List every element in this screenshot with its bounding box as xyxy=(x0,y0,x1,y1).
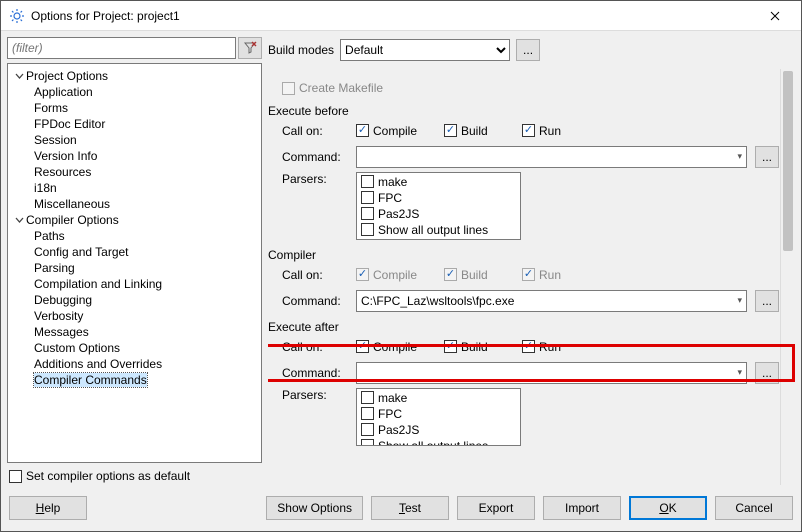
compiler-command-browse[interactable]: ... xyxy=(755,290,779,312)
create-makefile-checkbox: Create Makefile xyxy=(282,81,383,95)
tree-group-header[interactable]: Compiler Options xyxy=(10,212,259,228)
command-label: Command: xyxy=(282,366,348,380)
clear-filter-button[interactable] xyxy=(238,37,262,59)
build-modes-more-button[interactable]: ... xyxy=(516,39,540,61)
compiler-command-combo[interactable]: C:\FPC_Laz\wsltools\fpc.exe ▾ xyxy=(356,290,747,312)
exec-after-build-checkbox[interactable]: Build xyxy=(444,340,514,354)
execute-after-title: Execute after xyxy=(268,314,779,334)
compiler-command-value: C:\FPC_Laz\wsltools\fpc.exe xyxy=(361,294,514,308)
command-label: Command: xyxy=(282,294,348,308)
right-scroll: Create Makefile Execute before Call on: … xyxy=(268,69,795,485)
tree-item[interactable]: Version Info xyxy=(10,148,259,164)
chevron-down-icon: ▾ xyxy=(737,295,742,306)
tree-item-compiler-commands[interactable]: Compiler Commands xyxy=(10,372,259,388)
options-dialog: Options for Project: project1 xyxy=(0,0,802,532)
exec-after-parsers-list[interactable]: make FPC Pas2JS Show all output lines xyxy=(356,388,521,446)
tree-item[interactable]: Config and Target xyxy=(10,244,259,260)
callon-label: Call on: xyxy=(282,268,348,282)
tree-item[interactable]: Forms xyxy=(10,100,259,116)
tree-item[interactable]: Miscellaneous xyxy=(10,196,259,212)
tree-group-header[interactable]: Project Options xyxy=(10,68,259,84)
command-label: Command: xyxy=(282,150,348,164)
create-makefile-label: Create Makefile xyxy=(299,81,383,95)
compiler-compile-checkbox: Compile xyxy=(356,268,436,282)
tree-item[interactable]: Application xyxy=(10,84,259,100)
callon-label: Call on: xyxy=(282,340,348,354)
right-content: Create Makefile Execute before Call on: … xyxy=(268,69,795,485)
build-modes-select[interactable]: Default xyxy=(340,39,510,61)
tree-group-project-options: Project Options Application Forms FPDoc … xyxy=(10,68,259,212)
tree-item[interactable]: Paths xyxy=(10,228,259,244)
filter-row xyxy=(7,37,262,59)
tree-group-label: Compiler Options xyxy=(26,213,119,227)
parser-item[interactable]: make xyxy=(361,175,516,189)
exec-before-compile-checkbox[interactable]: Compile xyxy=(356,124,436,138)
exec-after-command-browse[interactable]: ... xyxy=(755,362,779,384)
tree-item[interactable]: Parsing xyxy=(10,260,259,276)
parsers-label: Parsers: xyxy=(282,388,348,402)
tree-item[interactable]: Additions and Overrides xyxy=(10,356,259,372)
parser-item[interactable]: make xyxy=(361,391,516,405)
window-title: Options for Project: project1 xyxy=(31,9,752,23)
parser-item[interactable]: FPC xyxy=(361,191,516,205)
main-area: Project Options Application Forms FPDoc … xyxy=(7,37,795,485)
dialog-body: Project Options Application Forms FPDoc … xyxy=(1,31,801,531)
help-button[interactable]: Help xyxy=(9,496,87,520)
exec-before-command-browse[interactable]: ... xyxy=(755,146,779,168)
callon-label: Call on: xyxy=(282,124,348,138)
execute-before-title: Execute before xyxy=(268,98,779,118)
tree-item[interactable]: Resources xyxy=(10,164,259,180)
scrollbar-thumb[interactable] xyxy=(783,71,793,251)
parser-item[interactable]: Show all output lines xyxy=(361,223,516,237)
exec-before-run-checkbox[interactable]: Run xyxy=(522,124,561,138)
tree-item[interactable]: Compilation and Linking xyxy=(10,276,259,292)
titlebar: Options for Project: project1 xyxy=(1,1,801,31)
exec-before-command-combo[interactable]: ▾ xyxy=(356,146,747,168)
chevron-down-icon: ▾ xyxy=(737,151,742,162)
chevron-down-icon xyxy=(12,72,26,81)
parsers-label: Parsers: xyxy=(282,172,348,186)
parser-item[interactable]: Pas2JS xyxy=(361,207,516,221)
build-modes-label: Build modes xyxy=(268,43,334,57)
tree-group-label: Project Options xyxy=(26,69,108,83)
test-button[interactable]: Test xyxy=(371,496,449,520)
export-button[interactable]: Export xyxy=(457,496,535,520)
parser-item[interactable]: Pas2JS xyxy=(361,423,516,437)
right-pane: Build modes Default ... Create Makefile … xyxy=(268,37,795,485)
import-button[interactable]: Import xyxy=(543,496,621,520)
build-modes-row: Build modes Default ... xyxy=(268,37,795,63)
app-icon xyxy=(9,8,25,24)
parser-item[interactable]: FPC xyxy=(361,407,516,421)
exec-after-command-combo[interactable]: ▾ xyxy=(356,362,747,384)
tree-item[interactable]: FPDoc Editor xyxy=(10,116,259,132)
tree-group-compiler-options: Compiler Options Paths Config and Target… xyxy=(10,212,259,388)
vertical-scrollbar[interactable] xyxy=(780,69,795,485)
close-button[interactable] xyxy=(752,2,797,30)
chevron-down-icon xyxy=(12,216,26,225)
parser-item[interactable]: Show all output lines xyxy=(361,439,516,446)
cancel-button[interactable]: Cancel xyxy=(715,496,793,520)
ok-button[interactable]: OK xyxy=(629,496,707,520)
compiler-run-checkbox: Run xyxy=(522,268,561,282)
chevron-down-icon: ▾ xyxy=(737,367,742,378)
left-pane: Project Options Application Forms FPDoc … xyxy=(7,37,262,485)
exec-after-compile-checkbox[interactable]: Compile xyxy=(356,340,436,354)
set-default-checkbox[interactable]: Set compiler options as default xyxy=(7,467,262,485)
exec-before-parsers-list[interactable]: make FPC Pas2JS Show all output lines xyxy=(356,172,521,240)
exec-after-run-checkbox[interactable]: Run xyxy=(522,340,561,354)
set-default-label: Set compiler options as default xyxy=(26,469,190,483)
exec-before-build-checkbox[interactable]: Build xyxy=(444,124,514,138)
tree-item[interactable]: Custom Options xyxy=(10,340,259,356)
button-row: Help Show Options Test Export Import OK … xyxy=(7,491,795,525)
tree-item[interactable]: Messages xyxy=(10,324,259,340)
options-tree[interactable]: Project Options Application Forms FPDoc … xyxy=(7,63,262,463)
tree-item[interactable]: i18n xyxy=(10,180,259,196)
tree-item[interactable]: Session xyxy=(10,132,259,148)
filter-input[interactable] xyxy=(7,37,236,59)
compiler-title: Compiler xyxy=(268,242,779,262)
tree-item[interactable]: Debugging xyxy=(10,292,259,308)
show-options-button[interactable]: Show Options xyxy=(266,496,363,520)
tree-item[interactable]: Verbosity xyxy=(10,308,259,324)
compiler-build-checkbox: Build xyxy=(444,268,514,282)
